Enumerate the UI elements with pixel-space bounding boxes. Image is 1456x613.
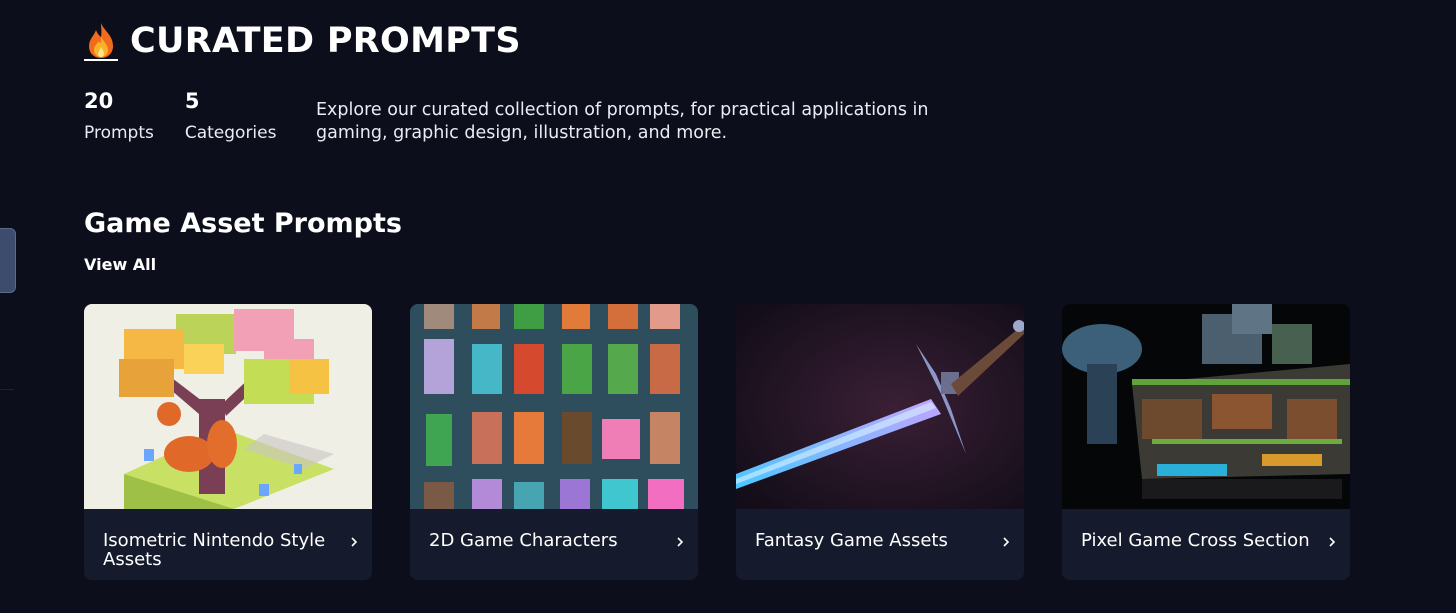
- card-footer: Pixel Game Cross Section: [1062, 509, 1350, 580]
- pixel-cross-section-image: [1062, 304, 1350, 509]
- chevron-right-icon: [677, 537, 684, 547]
- stat-value: 5: [184, 89, 200, 113]
- prompt-card-cross-section[interactable]: Pixel Game Cross Section: [1062, 304, 1350, 580]
- fire-icon: [84, 23, 118, 61]
- stat-label: Categories: [184, 123, 277, 143]
- stat-label: Prompts: [84, 123, 154, 143]
- prompt-card-fantasy[interactable]: Fantasy Game Assets: [736, 304, 1024, 580]
- card-label: Fantasy Game Assets: [755, 530, 948, 551]
- chevron-right-icon: [351, 537, 358, 547]
- chevron-right-icon: [1003, 537, 1010, 547]
- prompt-card-2d-characters[interactable]: 2D Game Characters: [410, 304, 698, 580]
- card-footer: Isometric Nintendo Style Assets: [84, 509, 372, 580]
- prompt-card-isometric[interactable]: Isometric Nintendo Style Assets: [84, 304, 372, 580]
- fantasy-sword-image: [736, 304, 1024, 509]
- card-label: 2D Game Characters: [429, 530, 618, 551]
- section-title: Game Asset Prompts: [84, 208, 402, 239]
- card-label: Pixel Game Cross Section: [1081, 530, 1310, 551]
- stat-prompts: 20 Prompts: [84, 88, 154, 145]
- intro-text: Explore our curated collection of prompt…: [316, 100, 929, 143]
- stats: 20 Prompts 5 Categories: [84, 88, 307, 145]
- card-footer: Fantasy Game Assets: [736, 509, 1024, 580]
- isometric-tree-squirrel-image: [84, 304, 372, 509]
- card-footer: 2D Game Characters: [410, 509, 698, 580]
- side-panel-tab[interactable]: [0, 228, 16, 293]
- stat-categories: 5 Categories: [185, 88, 277, 145]
- page-title-text: CURATED PROMPTS: [130, 21, 521, 61]
- divider: [0, 389, 14, 390]
- page-title: CURATED PROMPTS: [84, 18, 521, 64]
- pixel-characters-grid-image: [410, 304, 698, 509]
- card-label: Isometric Nintendo Style Assets: [103, 530, 326, 570]
- chevron-right-icon: [1329, 537, 1336, 547]
- view-all-link[interactable]: View All: [84, 255, 156, 274]
- stat-value: 20: [84, 89, 114, 113]
